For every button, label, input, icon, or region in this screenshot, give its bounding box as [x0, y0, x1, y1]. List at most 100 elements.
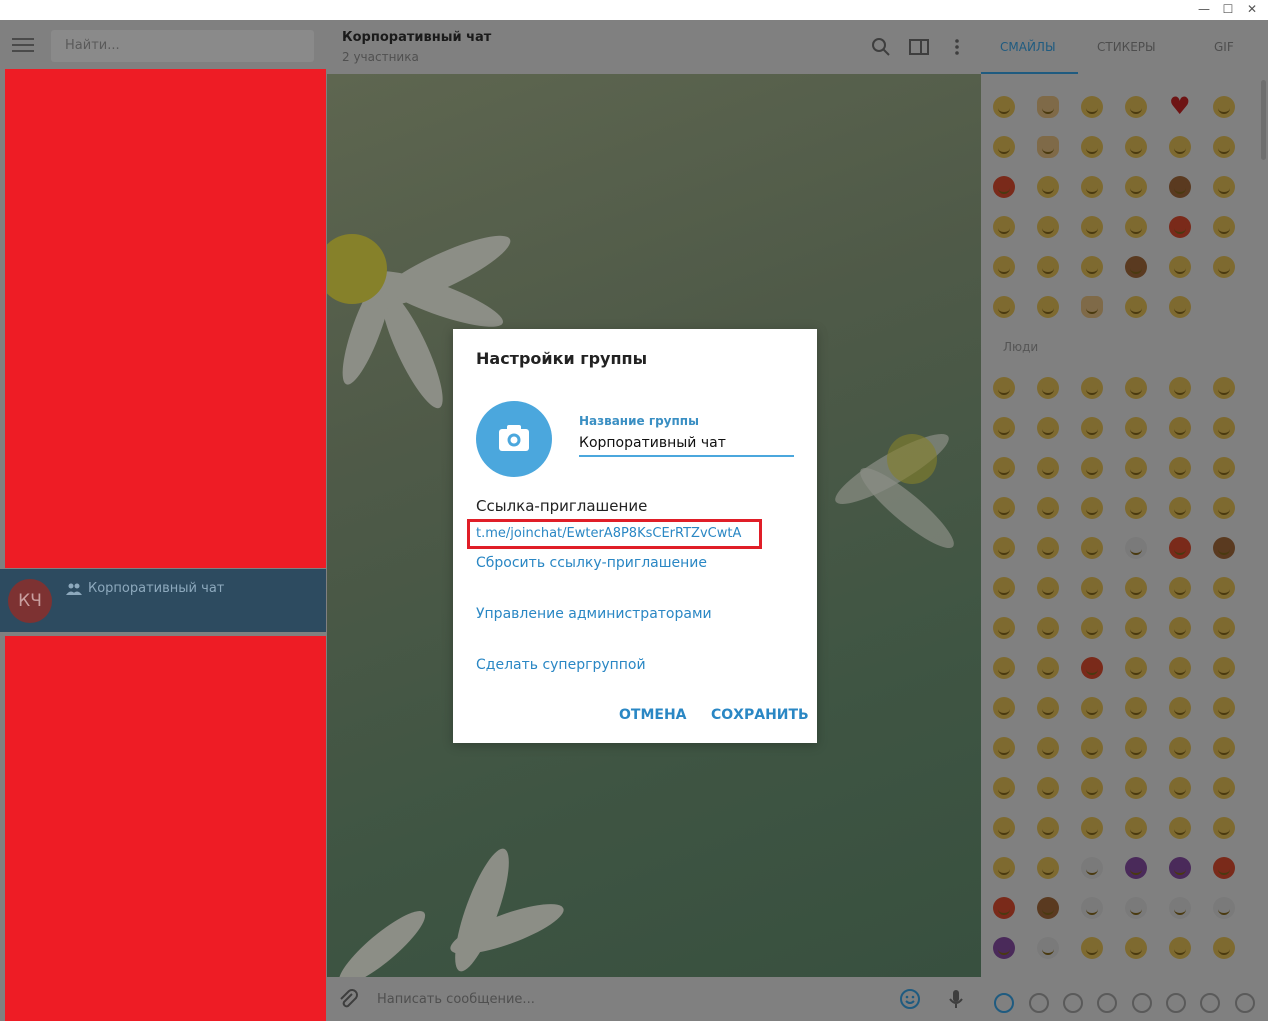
emoji-icon[interactable] — [1169, 256, 1191, 278]
emoji-icon[interactable] — [1037, 857, 1059, 879]
more-options-icon[interactable] — [947, 37, 967, 57]
emoji-icon[interactable] — [1169, 617, 1191, 639]
search-icon[interactable] — [871, 37, 891, 57]
cancel-button[interactable]: ОТМЕНА — [619, 707, 687, 723]
smiley-category-icon[interactable] — [1028, 993, 1049, 1013]
emoji-icon[interactable] — [1081, 377, 1103, 399]
tab-gif[interactable]: GIF — [1214, 40, 1234, 54]
emoji-icon[interactable] — [1081, 497, 1103, 519]
ok-hand-icon[interactable] — [1037, 96, 1059, 118]
recent-clock-icon[interactable] — [994, 993, 1015, 1013]
emoji-icon[interactable] — [1081, 617, 1103, 639]
emoji-icon[interactable] — [1037, 617, 1059, 639]
emoji-icon[interactable] — [1081, 817, 1103, 839]
emoji-icon[interactable] — [993, 296, 1015, 318]
emoji-icon[interactable] — [1125, 176, 1147, 198]
emoji-icon[interactable] — [1037, 537, 1059, 559]
ghost-icon[interactable] — [1081, 897, 1103, 919]
emoji-icon[interactable] — [1037, 216, 1059, 238]
ogre-icon[interactable] — [1213, 857, 1235, 879]
emoji-icon[interactable] — [1125, 457, 1147, 479]
emoji-icon[interactable] — [993, 617, 1015, 639]
emoji-icon[interactable] — [1081, 256, 1103, 278]
emoji-icon[interactable] — [993, 256, 1015, 278]
emoji-scrollbar[interactable] — [1261, 80, 1266, 160]
emoji-icon[interactable] — [1081, 457, 1103, 479]
kiss-lips-icon[interactable] — [993, 176, 1015, 198]
devil-icon[interactable] — [1125, 857, 1147, 879]
cat-icon[interactable] — [1169, 937, 1191, 959]
make-supergroup-link[interactable]: Сделать супергруппой — [476, 657, 646, 673]
sport-category-icon[interactable] — [1131, 993, 1152, 1013]
emoji-icon[interactable] — [1213, 777, 1235, 799]
chat-list-item-selected[interactable]: КЧ Корпоративный чат — [0, 569, 326, 632]
emoji-icon[interactable] — [993, 657, 1015, 679]
emoji-icon[interactable] — [1125, 497, 1147, 519]
emoji-icon[interactable] — [1125, 296, 1147, 318]
emoji-icon[interactable] — [1169, 377, 1191, 399]
emoji-icon[interactable] — [993, 136, 1015, 158]
search-input[interactable] — [51, 30, 314, 62]
emoji-icon[interactable] — [1213, 457, 1235, 479]
emoji-icon[interactable] — [1037, 817, 1059, 839]
emoji-icon[interactable] — [1125, 377, 1147, 399]
emoji-icon[interactable] — [1037, 577, 1059, 599]
emoji-icon[interactable] — [1125, 537, 1147, 559]
emoji-icon[interactable] — [1081, 176, 1103, 198]
set-photo-button[interactable] — [476, 401, 552, 477]
emoji-icon[interactable] — [1081, 216, 1103, 238]
emoji-icon[interactable] — [1037, 256, 1059, 278]
emoji-icon[interactable] — [1081, 697, 1103, 719]
angry-face-icon[interactable] — [1169, 216, 1191, 238]
emoji-icon[interactable] — [1081, 577, 1103, 599]
emoji-icon[interactable] — [1125, 817, 1147, 839]
group-name-input[interactable] — [579, 431, 794, 457]
heart-icon[interactable] — [1169, 92, 1191, 120]
emoji-icon[interactable] — [1213, 817, 1235, 839]
emoji-icon[interactable] — [1081, 777, 1103, 799]
monkey-icon[interactable] — [1125, 256, 1147, 278]
emoji-icon[interactable] — [1169, 737, 1191, 759]
emoji-icon[interactable] — [1125, 136, 1147, 158]
emoji-icon[interactable] — [993, 96, 1015, 118]
animal-category-icon[interactable] — [1062, 993, 1083, 1013]
emoji-icon[interactable] — [1169, 817, 1191, 839]
minimize-button[interactable]: — — [1192, 0, 1216, 20]
food-category-icon[interactable] — [1097, 993, 1118, 1013]
emoji-icon[interactable] — [993, 537, 1015, 559]
ok-hand-icon[interactable] — [1081, 296, 1103, 318]
goblin-icon[interactable] — [993, 897, 1015, 919]
emoji-icon[interactable] — [993, 377, 1015, 399]
emoji-icon[interactable] — [1213, 136, 1235, 158]
alien-icon[interactable] — [1213, 897, 1235, 919]
emoji-icon[interactable] — [1081, 537, 1103, 559]
emoji-icon[interactable] — [1125, 417, 1147, 439]
message-input[interactable] — [377, 985, 877, 1013]
emoji-icon[interactable] — [1169, 777, 1191, 799]
menu-icon[interactable] — [12, 38, 34, 52]
space-invader-icon[interactable] — [993, 937, 1015, 959]
tab-stickers[interactable]: СТИКЕРЫ — [1097, 40, 1156, 54]
emoji-icon[interactable] — [993, 216, 1015, 238]
emoji-icon[interactable] — [1213, 577, 1235, 599]
emoji-icon[interactable] — [1125, 697, 1147, 719]
emoji-icon[interactable] — [1169, 697, 1191, 719]
emoji-icon[interactable] — [1037, 697, 1059, 719]
emoji-icon[interactable] — [993, 857, 1015, 879]
tab-smileys[interactable]: СМАЙЛЫ — [1000, 40, 1056, 54]
emoji-icon[interactable] — [1213, 497, 1235, 519]
emoji-icon[interactable] — [1081, 96, 1103, 118]
thumbs-up-icon[interactable] — [1037, 136, 1059, 158]
emoji-icon[interactable] — [1169, 136, 1191, 158]
emoji-icon[interactable] — [1213, 657, 1235, 679]
emoji-icon[interactable] — [1213, 176, 1235, 198]
travel-category-icon[interactable] — [1166, 993, 1187, 1013]
emoji-icon[interactable] — [1081, 737, 1103, 759]
sidebar-toggle-icon[interactable] — [909, 37, 929, 57]
emoji-icon[interactable] — [1081, 417, 1103, 439]
emoji-icon[interactable] — [1125, 617, 1147, 639]
emoji-icon[interactable] — [993, 417, 1015, 439]
robot-icon[interactable] — [1037, 937, 1059, 959]
emoji-icon[interactable] — [1037, 497, 1059, 519]
emoji-icon[interactable] — [1213, 417, 1235, 439]
